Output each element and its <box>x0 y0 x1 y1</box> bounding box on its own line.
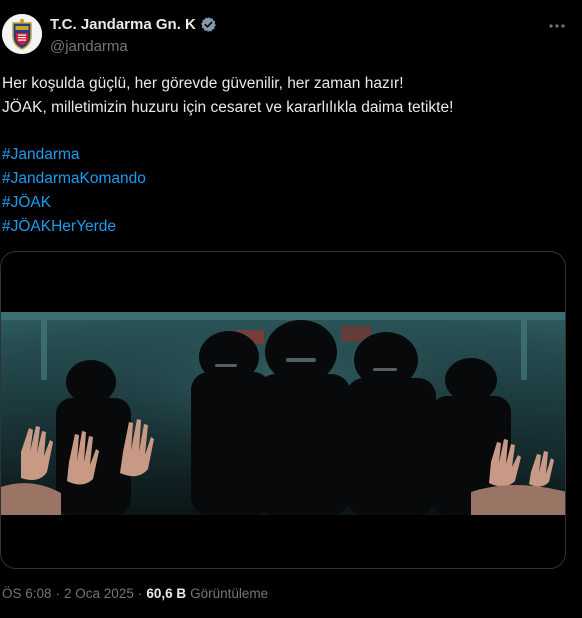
video-frame <box>1 312 565 515</box>
hashtag-link[interactable]: #JÖAKHerYerde <box>2 215 146 239</box>
name-row: T.C. Jandarma Gn. K <box>50 16 217 33</box>
hashtag-link[interactable]: #Jandarma <box>2 143 146 167</box>
more-options-icon[interactable] <box>544 16 570 36</box>
tweet-header: T.C. Jandarma Gn. K @jandarma <box>0 12 582 60</box>
jandarma-emblem-icon <box>2 14 42 54</box>
account-handle[interactable]: @jandarma <box>50 38 128 55</box>
avatar[interactable] <box>2 14 42 54</box>
tweet-time[interactable]: ÖS 6:08 <box>2 586 52 601</box>
tweet-meta: ÖS 6:08 · 2 Oca 2025 · 60,6 B Görüntülem… <box>2 586 268 601</box>
separator: · <box>55 586 61 601</box>
tweet-text: Her koşulda güçlü, her görevde güvenilir… <box>2 72 572 120</box>
verified-badge-icon[interactable] <box>200 16 217 33</box>
hashtag-link[interactable]: #JÖAK <box>2 191 146 215</box>
tweet-date[interactable]: 2 Oca 2025 <box>64 586 134 601</box>
video-media[interactable] <box>0 251 566 569</box>
tweet-line-1: Her koşulda güçlü, her görevde güvenilir… <box>2 75 404 92</box>
views-count: 60,6 B <box>146 586 187 601</box>
views-label: Görüntüleme <box>190 586 269 601</box>
hashtag-list: #Jandarma #JandarmaKomando #JÖAK #JÖAKHe… <box>2 143 146 239</box>
tweet-line-2: JÖAK, milletimizin huzuru için cesaret v… <box>2 99 454 116</box>
hashtag-link[interactable]: #JandarmaKomando <box>2 167 146 191</box>
display-name[interactable]: T.C. Jandarma Gn. K <box>50 16 196 33</box>
separator: · <box>137 586 143 601</box>
